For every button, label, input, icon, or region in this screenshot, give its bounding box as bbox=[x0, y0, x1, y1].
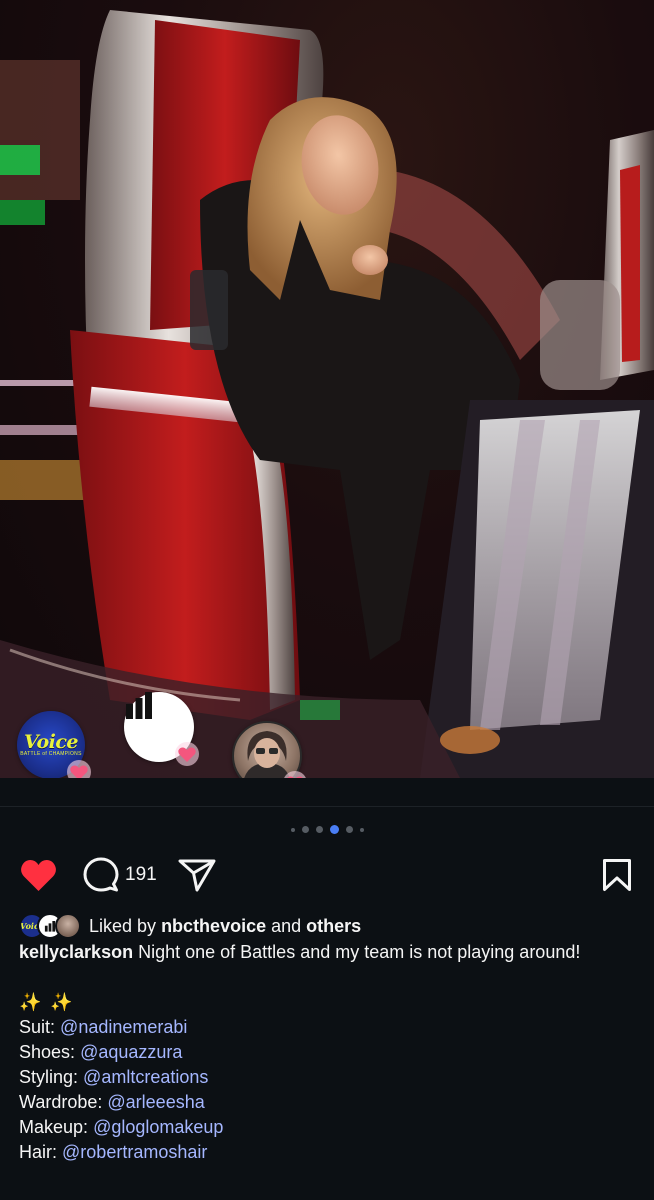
post-actions: 191 bbox=[0, 855, 654, 895]
caption-username[interactable]: kellyclarkson bbox=[19, 942, 133, 962]
comment-bubble-icon bbox=[83, 857, 119, 892]
credit-label: Shoes: bbox=[19, 1042, 76, 1062]
voice-logo-word: Voice bbox=[23, 731, 79, 753]
credit-label: Makeup: bbox=[19, 1117, 89, 1137]
caption-body: kellyclarkson Night one of Battles and m… bbox=[19, 940, 634, 965]
liked-by-text: Liked by nbcthevoice and others bbox=[89, 916, 361, 937]
carousel-dot-active bbox=[329, 825, 339, 834]
credit-label: Hair: bbox=[19, 1142, 58, 1162]
comment-count: 191 bbox=[125, 864, 157, 885]
save-button[interactable] bbox=[602, 858, 632, 892]
liked-by-row[interactable]: Voice Liked by nbcthevoice and others bbox=[19, 912, 361, 940]
carousel-indicator bbox=[0, 825, 654, 834]
credit-line: Styling: @amltcreations bbox=[19, 1065, 634, 1090]
carousel-dot bbox=[315, 826, 323, 833]
credit-handle[interactable]: @aquazzura bbox=[80, 1042, 182, 1062]
credit-handle[interactable]: @nadinemerabi bbox=[60, 1017, 187, 1037]
bar-chart-icon bbox=[126, 692, 152, 719]
post-photo[interactable]: Voice BATTLE of CHAMPIONS bbox=[0, 0, 654, 778]
liker-avatar-person bbox=[55, 913, 81, 939]
credit-label: Styling: bbox=[19, 1067, 79, 1087]
heart-filled-icon bbox=[21, 860, 56, 891]
credit-label: Wardrobe: bbox=[19, 1092, 103, 1112]
comment-button[interactable]: 191 bbox=[83, 857, 157, 893]
heart-badge-icon bbox=[175, 742, 199, 766]
credit-line: Makeup: @gloglomakeup bbox=[19, 1115, 634, 1140]
heart-badge-icon bbox=[284, 771, 306, 778]
credit-handle[interactable]: @amltcreations bbox=[83, 1067, 208, 1087]
credit-handle[interactable]: @arleeesha bbox=[107, 1092, 204, 1112]
carousel-dot bbox=[301, 826, 309, 833]
voice-logo-subtitle: BATTLE of CHAMPIONS bbox=[20, 751, 82, 757]
credit-handle[interactable]: @gloglomakeup bbox=[93, 1117, 223, 1137]
liked-by-joiner: and bbox=[271, 915, 302, 936]
share-button[interactable] bbox=[178, 858, 216, 892]
caption-text: Night one of Battles and my team is not … bbox=[138, 942, 581, 962]
bookmark-icon bbox=[603, 859, 631, 891]
credit-line: Hair: @robertramoshair bbox=[19, 1140, 634, 1165]
liked-by-user[interactable]: nbcthevoice bbox=[161, 916, 266, 936]
send-paper-plane-icon bbox=[178, 859, 216, 892]
like-button[interactable] bbox=[20, 858, 57, 892]
carousel-dot bbox=[359, 827, 364, 832]
photo-divider bbox=[0, 806, 654, 807]
heart-badge-icon bbox=[67, 760, 91, 778]
credit-line: Wardrobe: @arleeesha bbox=[19, 1090, 634, 1115]
photo-illustration bbox=[0, 10, 654, 778]
credit-handle[interactable]: @robertramoshair bbox=[62, 1142, 207, 1162]
credit-label: Suit: bbox=[19, 1017, 56, 1037]
carousel-dot bbox=[290, 827, 295, 832]
liked-by-others[interactable]: others bbox=[306, 916, 361, 936]
carousel-dot bbox=[345, 826, 353, 833]
post-caption: kellyclarkson Night one of Battles and m… bbox=[19, 940, 634, 1165]
credit-line: Shoes: @aquazzura bbox=[19, 1040, 634, 1065]
sparkles-emoji: ✨ ✨ bbox=[19, 992, 75, 1012]
liked-by-prefix: Liked by bbox=[89, 915, 157, 936]
credit-line: Suit: @nadinemerabi bbox=[19, 1015, 634, 1040]
